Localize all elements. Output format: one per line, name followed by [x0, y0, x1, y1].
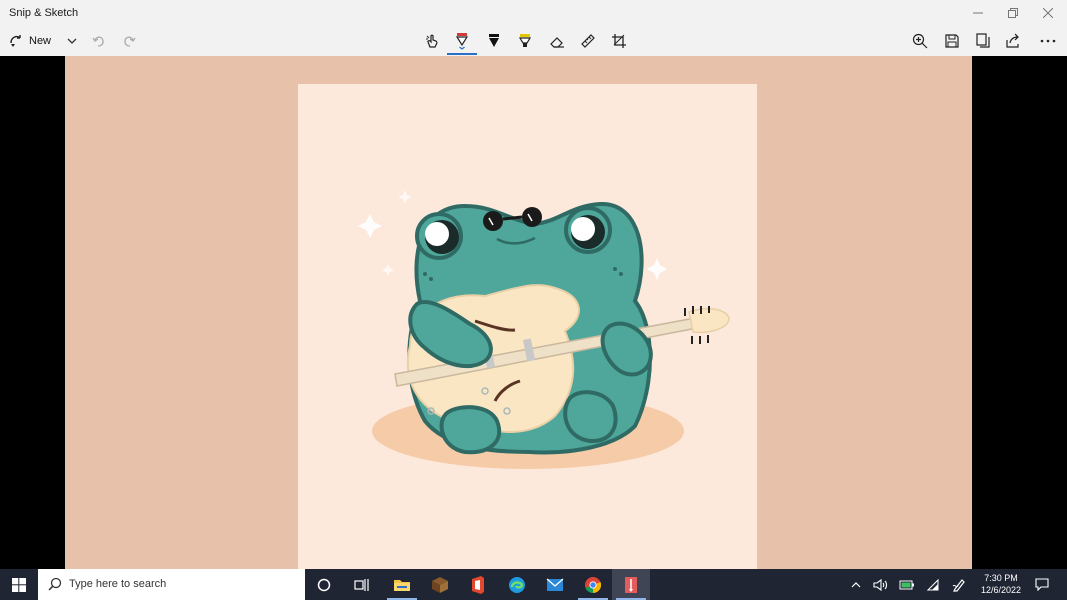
task-view-button[interactable] [343, 569, 381, 600]
clock-date: 12/6/2022 [980, 585, 1022, 595]
save-button[interactable] [941, 29, 963, 53]
show-hidden-icons-button[interactable] [846, 569, 866, 600]
eraser-icon [550, 37, 564, 48]
clock[interactable]: 7:30 PM 12/6/2022 [970, 572, 1032, 596]
snip-sketch-button[interactable] [612, 569, 650, 600]
new-label: New [29, 35, 52, 47]
battery-charging-icon [899, 580, 914, 589]
restore-icon [1008, 8, 1018, 18]
redo-icon [124, 36, 136, 47]
captured-image[interactable] [65, 56, 972, 569]
zoom-button[interactable] [909, 29, 931, 53]
more-button[interactable] [1036, 29, 1060, 53]
taskbar-search-box[interactable]: Type here to search [38, 569, 305, 600]
action-center-button[interactable] [1031, 569, 1053, 600]
eraser-button[interactable] [546, 29, 568, 53]
task-view-icon [354, 578, 369, 591]
frog-guitar-illustration [358, 190, 730, 469]
new-button[interactable]: New [8, 29, 82, 53]
redo-button[interactable] [120, 29, 138, 53]
zoom-icon [912, 33, 928, 49]
minimize-icon [973, 12, 983, 14]
office-icon [472, 575, 484, 594]
minecraft-button[interactable] [421, 569, 459, 600]
close-button[interactable] [1031, 0, 1065, 26]
highlighter-icon [518, 34, 532, 47]
edge-icon [509, 576, 525, 593]
chrome-button[interactable] [574, 569, 612, 600]
undo-button[interactable] [90, 29, 108, 53]
file-explorer-button[interactable] [383, 569, 421, 600]
crop-icon [612, 34, 626, 48]
copy-button[interactable] [972, 29, 994, 53]
mail-icon [546, 578, 564, 591]
cortana-button[interactable] [305, 569, 343, 600]
share-button[interactable] [1002, 29, 1024, 53]
wifi-icon [926, 578, 939, 590]
title-bar: Snip & Sketch [0, 0, 1067, 26]
highlighter-button[interactable] [514, 29, 536, 53]
snip-canvas[interactable] [0, 56, 1067, 569]
toolbar: New [0, 26, 1067, 57]
cortana-icon [317, 578, 331, 591]
ruler-icon [581, 34, 595, 48]
ballpoint-pen-button[interactable] [451, 29, 473, 53]
mail-button[interactable] [536, 569, 574, 600]
search-icon [48, 577, 62, 591]
selected-tool-indicator [447, 53, 477, 55]
pen-workspace-icon [952, 578, 965, 592]
office-button[interactable] [459, 569, 497, 600]
search-placeholder: Type here to search [69, 578, 167, 590]
edge-button[interactable] [498, 569, 536, 600]
pencil-button[interactable] [483, 29, 505, 53]
minecraft-icon [432, 576, 448, 593]
file-explorer-icon [394, 579, 410, 591]
new-snip-icon [10, 35, 21, 47]
volume-button[interactable] [870, 569, 892, 600]
start-button[interactable] [0, 569, 38, 600]
more-icon [1040, 39, 1056, 43]
share-icon [1006, 33, 1019, 48]
window-title: Snip & Sketch [9, 7, 79, 19]
network-button[interactable] [922, 569, 944, 600]
chrome-icon [585, 576, 602, 593]
windows-logo-icon [12, 577, 26, 592]
touch-writing-button[interactable] [421, 29, 443, 53]
snip-sketch-icon [625, 576, 637, 593]
speaker-icon [873, 578, 888, 591]
pen-workspace-button[interactable] [948, 569, 970, 600]
ruler-button[interactable] [577, 29, 599, 53]
ballpoint-pen-icon [455, 33, 469, 50]
undo-icon [92, 36, 104, 47]
chevron-up-icon [851, 581, 861, 587]
restore-button[interactable] [996, 0, 1030, 26]
crop-button[interactable] [608, 29, 630, 53]
touch-writing-icon [426, 34, 438, 48]
close-icon [1043, 8, 1053, 18]
chevron-down-icon[interactable] [67, 37, 77, 45]
clock-time: 7:30 PM [984, 573, 1018, 583]
minimize-button[interactable] [961, 0, 995, 26]
pencil-icon [489, 34, 499, 47]
copy-icon [976, 33, 990, 48]
battery-button[interactable] [896, 569, 918, 600]
taskbar: Type here to search 7:30 PM 12/6/2022 [0, 569, 1067, 600]
notification-icon [1035, 578, 1049, 591]
save-icon [945, 34, 959, 48]
